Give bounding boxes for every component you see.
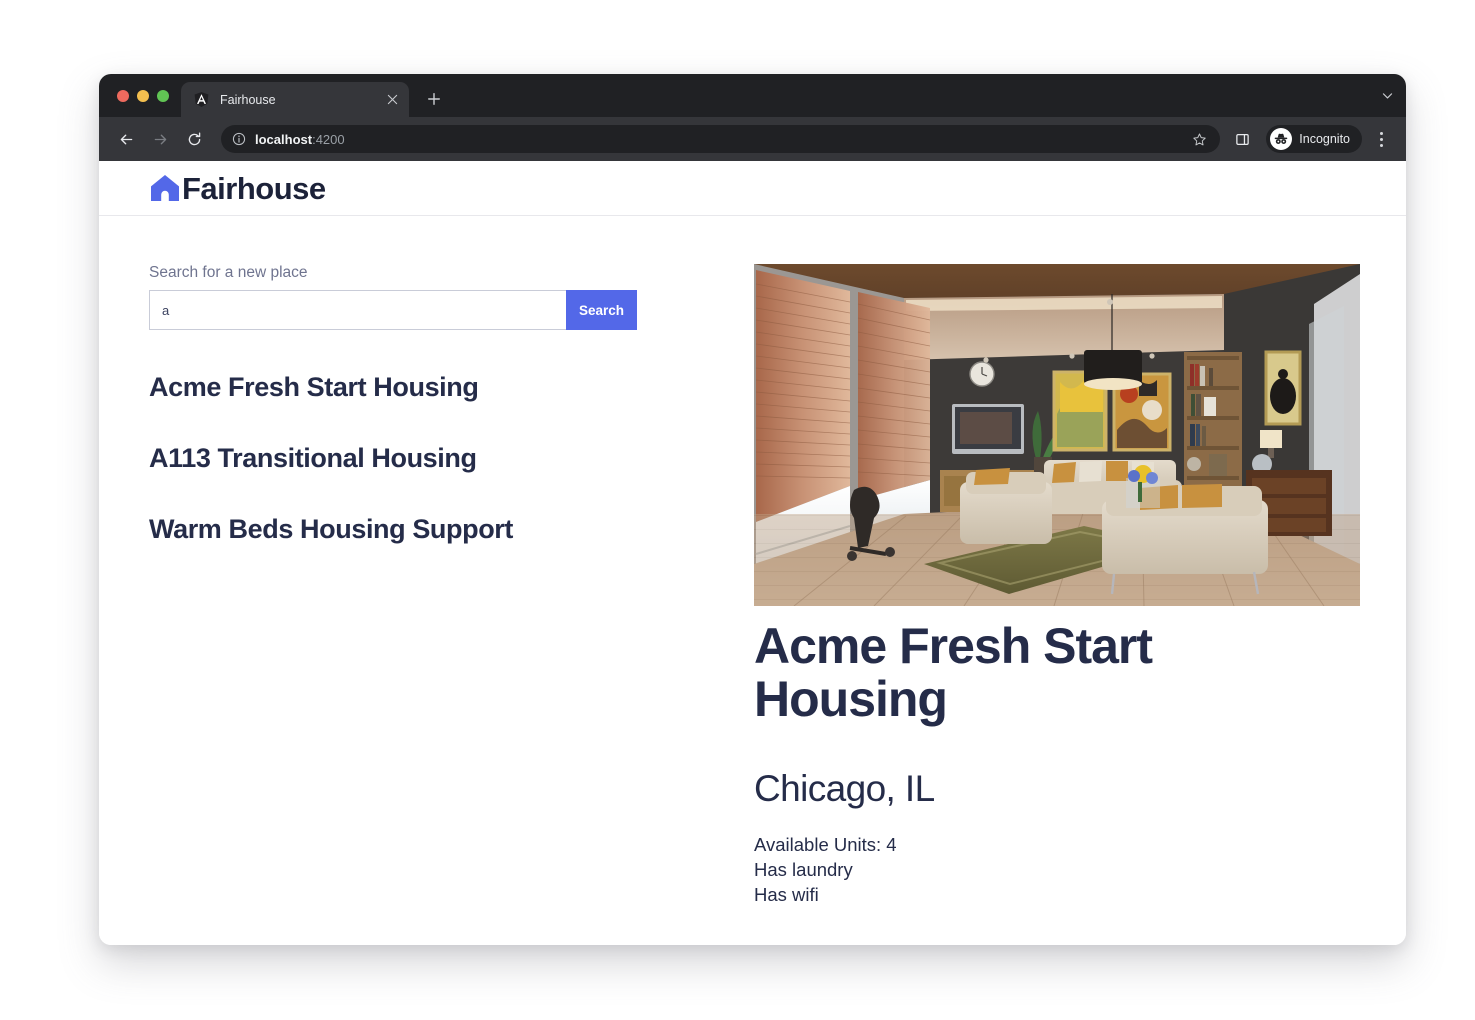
browser-tab-title: Fairhouse — [220, 92, 276, 107]
housing-photo — [754, 264, 1360, 606]
housing-detail-facts: Available Units: 4 Has laundry Has wifi — [754, 832, 1360, 908]
available-units-text: Available Units: 4 — [754, 833, 897, 855]
new-tab-button[interactable] — [419, 84, 449, 114]
brand-logo[interactable]: Fairhouse — [149, 172, 326, 204]
main-content: Search for a new place Search Acme Fresh… — [99, 216, 1406, 908]
housing-detail-city: Chicago, IL — [754, 767, 935, 809]
reload-icon[interactable] — [179, 124, 209, 154]
app-header: Fairhouse — [99, 161, 1406, 216]
list-item[interactable]: Acme Fresh Start Housing — [149, 372, 754, 403]
housing-detail-panel: Acme Fresh Start Housing Chicago, IL Ava… — [754, 264, 1360, 908]
tabstrip-chevron-down-icon[interactable] — [1381, 74, 1394, 117]
angular-favicon — [193, 91, 210, 108]
incognito-icon — [1270, 128, 1293, 150]
brand-name: Fairhouse — [182, 170, 326, 206]
address-bar[interactable]: localhost:4200 — [221, 125, 1221, 153]
wifi-text: Has wifi — [754, 884, 819, 906]
laundry-text: Has laundry — [754, 858, 853, 880]
desktop-backdrop: Fairhouse localhost:4200 Incognito Fairh… — [0, 0, 1475, 1020]
address-bar-url: localhost:4200 — [255, 132, 345, 147]
page-viewport: Fairhouse Search for a new place Search … — [99, 161, 1406, 945]
list-item[interactable]: Warm Beds Housing Support — [149, 514, 754, 545]
window-maximize-button[interactable] — [157, 89, 169, 102]
search-label: Search for a new place — [149, 264, 308, 281]
incognito-label: Incognito — [1299, 132, 1350, 146]
search-input[interactable] — [149, 290, 566, 330]
search-button[interactable]: Search — [566, 290, 637, 330]
bookmark-star-icon[interactable] — [1188, 128, 1210, 150]
housing-results-list: Acme Fresh Start Housing A113 Transition… — [149, 372, 754, 545]
kebab-menu-icon[interactable] — [1368, 125, 1394, 153]
incognito-indicator[interactable]: Incognito — [1266, 125, 1362, 153]
window-minimize-button[interactable] — [137, 89, 149, 102]
back-icon[interactable] — [111, 124, 141, 154]
window-close-button[interactable] — [117, 89, 129, 102]
address-bar-host: localhost — [255, 131, 313, 147]
search-results-column: Search for a new place Search Acme Fresh… — [149, 264, 754, 908]
address-bar-port: :4200 — [312, 131, 345, 147]
browser-tab-strip: Fairhouse — [99, 74, 1406, 117]
house-logo-icon — [149, 172, 181, 204]
side-panel-icon[interactable] — [1228, 125, 1256, 153]
search-row: Search — [149, 290, 637, 330]
forward-icon[interactable] — [145, 124, 175, 154]
browser-window: Fairhouse localhost:4200 Incognito Fairh… — [99, 74, 1406, 945]
housing-detail-title: Acme Fresh Start Housing — [754, 618, 1153, 727]
browser-toolbar: localhost:4200 Incognito — [99, 117, 1406, 161]
tab-close-icon[interactable] — [383, 91, 401, 109]
window-traffic-lights — [111, 74, 181, 117]
browser-tab[interactable]: Fairhouse — [181, 82, 409, 117]
list-item[interactable]: A113 Transitional Housing — [149, 443, 754, 474]
info-icon[interactable] — [231, 131, 247, 147]
